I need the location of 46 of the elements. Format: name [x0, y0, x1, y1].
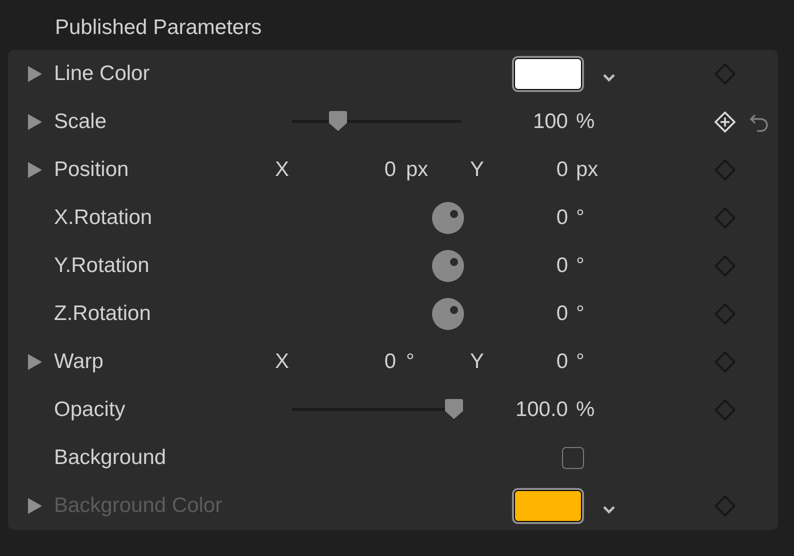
value-field[interactable]: 0 [315, 158, 396, 182]
unit-label: ° [405, 350, 414, 374]
parameter-label: Y.Rotation [54, 254, 150, 278]
reset-icon[interactable] [749, 112, 769, 132]
unit-label: ° [575, 302, 586, 326]
value-field[interactable]: 0 [470, 302, 568, 326]
add-keyframe-icon[interactable] [714, 111, 736, 133]
section-title: Published Parameters [55, 15, 263, 41]
unit-label: % [575, 398, 596, 422]
parameter-label: Opacity [54, 398, 126, 422]
parameter-label: Warp [54, 350, 104, 374]
value-field[interactable]: 0 [556, 350, 568, 374]
rotation-dial[interactable] [432, 298, 464, 330]
parameter-label: Scale [54, 110, 108, 134]
checkbox[interactable] [562, 447, 584, 469]
value-field[interactable]: 0 [470, 254, 568, 278]
unit-label: ° [575, 254, 586, 278]
rotation-dial[interactable] [432, 202, 464, 234]
axis-label: Y [470, 350, 484, 374]
parameter-label: Background [54, 446, 168, 470]
value-field[interactable]: 0 [315, 350, 396, 374]
disclosure-triangle-icon[interactable] [28, 162, 42, 178]
slider-thumb[interactable] [445, 399, 464, 419]
slider-thumb[interactable] [328, 111, 347, 131]
disclosure-triangle-icon[interactable] [28, 66, 42, 82]
unit-label: px [575, 158, 600, 182]
value-field[interactable]: 100 [470, 110, 568, 134]
unit-label: ° [575, 206, 586, 230]
disclosure-triangle-icon[interactable] [28, 354, 42, 370]
disclosure-triangle-icon[interactable] [28, 114, 42, 130]
chevron-down-icon[interactable] [602, 72, 616, 82]
rotation-dial[interactable] [432, 250, 464, 282]
parameter-label: Position [54, 158, 130, 182]
value-field[interactable]: 0 [556, 158, 568, 182]
axis-label: Y [470, 158, 484, 182]
axis-label: X [275, 350, 290, 374]
color-well[interactable] [514, 58, 582, 90]
axis-label: X [275, 158, 290, 182]
value-field[interactable]: 0 [470, 206, 568, 230]
value-field[interactable]: 100.0 [470, 398, 568, 422]
parameter-label: Z.Rotation [54, 302, 152, 326]
parameter-label: Line Color [54, 62, 151, 86]
unit-label: px [405, 158, 428, 182]
unit-label: ° [575, 350, 586, 374]
unit-label: % [575, 110, 596, 134]
parameter-label: X.Rotation [54, 206, 154, 230]
